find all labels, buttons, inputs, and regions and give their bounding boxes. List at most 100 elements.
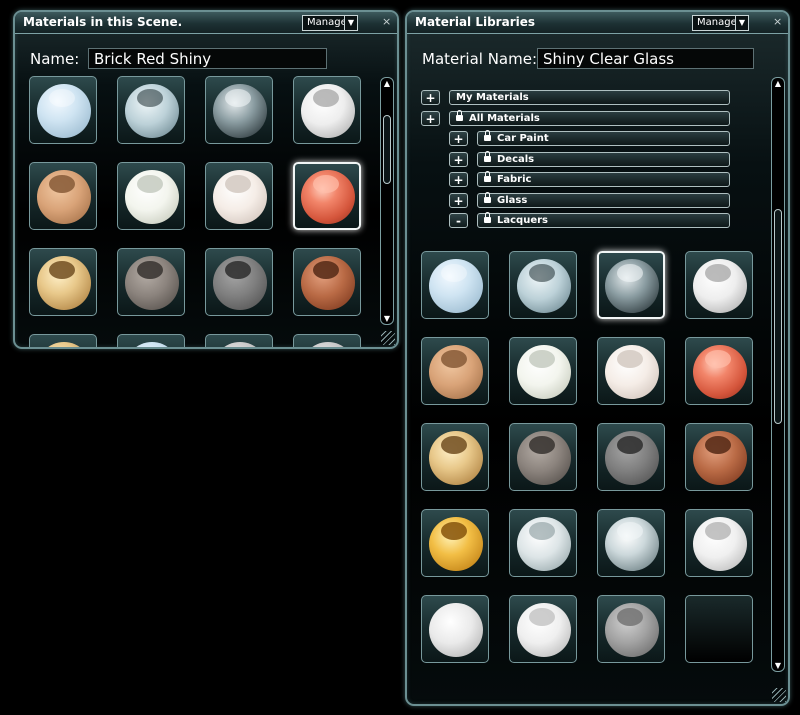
material-swatch-white-satin[interactable] — [509, 595, 577, 663]
material-swatch-grey-partial[interactable] — [205, 334, 273, 347]
material-preview-opening — [441, 522, 467, 540]
expand-icon[interactable]: + — [421, 90, 440, 105]
material-swatch-grey-brushed[interactable] — [509, 423, 577, 491]
scroll-thumb[interactable] — [774, 209, 782, 424]
panel-title: Materials in this Scene. — [23, 15, 183, 29]
material-swatch-clear-glass-cone[interactable] — [597, 509, 665, 577]
expand-icon[interactable]: + — [421, 110, 440, 126]
tree-item-label[interactable]: Car Paint — [477, 130, 730, 146]
materials-in-scene-panel: Materials in this Scene. Manage ▼ × Name… — [13, 10, 399, 349]
material-swatch-red-shiny[interactable] — [685, 337, 753, 405]
tree-item-label[interactable]: Glass — [477, 191, 730, 208]
resize-grip-icon[interactable] — [381, 331, 395, 345]
close-icon[interactable]: × — [382, 15, 391, 28]
material-swatch-clear-glass-dark[interactable] — [205, 76, 273, 144]
material-swatch-gold-knurled[interactable] — [421, 423, 489, 491]
material-preview-sphere — [605, 517, 659, 571]
material-preview-opening — [529, 436, 555, 454]
resize-grip-icon[interactable] — [772, 688, 786, 702]
material-name-label: Material Name: — [422, 50, 538, 68]
material-preview-sphere — [125, 342, 179, 347]
material-preview-sphere — [429, 603, 483, 657]
tree-item-label[interactable]: Lacquers — [477, 212, 730, 228]
material-swatch-clear-glass-open[interactable] — [117, 76, 185, 144]
material-swatch-gold-knurled[interactable] — [29, 248, 97, 316]
material-preview-sphere — [37, 256, 91, 310]
material-preview-opening — [617, 436, 643, 454]
material-swatch-white-glossy[interactable] — [293, 76, 361, 144]
material-swatch-grey-brushed[interactable] — [117, 248, 185, 316]
scroll-up-icon[interactable]: ▲ — [772, 79, 784, 88]
scroll-down-icon[interactable]: ▼ — [381, 314, 393, 323]
expand-icon[interactable]: + — [449, 151, 468, 167]
tree-item-text: All Materials — [469, 112, 540, 124]
material-swatch-red-shiny[interactable] — [293, 162, 361, 230]
tree-item-text: My Materials — [456, 92, 529, 103]
material-preview-sphere — [37, 342, 91, 347]
material-swatch-white-frost[interactable] — [685, 509, 753, 577]
material-preview-opening — [313, 175, 339, 193]
material-swatch-copper-brown[interactable] — [685, 423, 753, 491]
scrollbar[interactable]: ▲ ▼ — [771, 77, 785, 672]
material-swatch-grey-partial[interactable] — [293, 334, 361, 347]
material-name-field[interactable]: Shiny Clear Glass — [537, 48, 754, 69]
material-swatch-dark-grey-brushed[interactable] — [597, 423, 665, 491]
expand-icon[interactable]: + — [449, 172, 468, 187]
tree-item-text: Glass — [497, 194, 528, 206]
material-swatch-white-glossy[interactable] — [685, 251, 753, 319]
material-preview-opening — [529, 608, 555, 626]
material-preview-sphere — [213, 170, 267, 224]
material-swatch-tan-matte[interactable] — [29, 162, 97, 230]
material-swatch-white-cracked[interactable] — [421, 595, 489, 663]
material-preview-opening — [137, 89, 163, 107]
tree-item-text: Fabric — [497, 174, 532, 185]
manage-dropdown-icon[interactable]: ▼ — [735, 15, 749, 31]
material-swatch-white-pearl[interactable] — [117, 162, 185, 230]
expand-icon[interactable]: + — [449, 192, 468, 208]
name-field[interactable]: Brick Red Shiny — [88, 48, 327, 69]
material-preview-opening — [617, 522, 643, 540]
material-preview-opening — [137, 175, 163, 193]
material-libraries-panel: Material Libraries Manage ▼ × Material N… — [405, 10, 790, 706]
manage-dropdown-icon[interactable]: ▼ — [344, 15, 358, 31]
material-swatch-copper-brown[interactable] — [293, 248, 361, 316]
material-preview-sphere — [213, 84, 267, 138]
tree-item-label[interactable]: Decals — [477, 150, 730, 167]
collapse-icon[interactable]: - — [449, 213, 468, 228]
tree-item-label[interactable]: All Materials — [449, 109, 730, 126]
material-swatch-blue-partial[interactable] — [117, 334, 185, 347]
material-preview-opening — [49, 175, 75, 193]
material-swatch-translucent-blue[interactable] — [421, 251, 489, 319]
material-swatch-white-pearl[interactable] — [509, 337, 577, 405]
close-icon[interactable]: × — [773, 15, 782, 28]
scroll-up-icon[interactable]: ▲ — [381, 79, 393, 88]
material-preview-sphere — [213, 256, 267, 310]
material-swatch-tan-matte[interactable] — [421, 337, 489, 405]
material-swatch-dark-grey-brushed[interactable] — [205, 248, 273, 316]
material-swatch-grey-satin[interactable] — [597, 595, 665, 663]
scroll-down-icon[interactable]: ▼ — [772, 661, 784, 670]
material-swatch-clear-glass-open[interactable] — [509, 251, 577, 319]
material-preview-opening — [137, 261, 163, 279]
material-swatch-frosted-glass[interactable] — [509, 509, 577, 577]
expand-icon[interactable]: + — [449, 131, 468, 146]
scrollbar[interactable]: ▲ ▼ — [380, 77, 394, 325]
material-swatch-gold-partial[interactable] — [29, 334, 97, 347]
material-preview-sphere — [301, 256, 355, 310]
material-preview-sphere — [517, 345, 571, 399]
material-swatch-gold-glossy[interactable] — [421, 509, 489, 577]
panel-titlebar[interactable]: Materials in this Scene. Manage ▼ × — [15, 12, 397, 34]
material-swatch-off-white[interactable] — [205, 162, 273, 230]
material-swatch-clear-glass-dark[interactable] — [597, 251, 665, 319]
material-preview-sphere — [605, 603, 659, 657]
material-preview-opening — [705, 264, 731, 282]
panel-titlebar[interactable]: Material Libraries Manage ▼ × — [407, 12, 788, 34]
lock-icon — [484, 191, 491, 203]
material-swatch-empty[interactable] — [685, 595, 753, 663]
tree-item-label[interactable]: My Materials — [449, 90, 730, 105]
material-swatch-off-white[interactable] — [597, 337, 665, 405]
scroll-thumb[interactable] — [383, 115, 391, 184]
tree-item-label[interactable]: Fabric — [477, 171, 730, 187]
tree-item-text: Car Paint — [497, 133, 549, 144]
material-swatch-translucent-blue[interactable] — [29, 76, 97, 144]
